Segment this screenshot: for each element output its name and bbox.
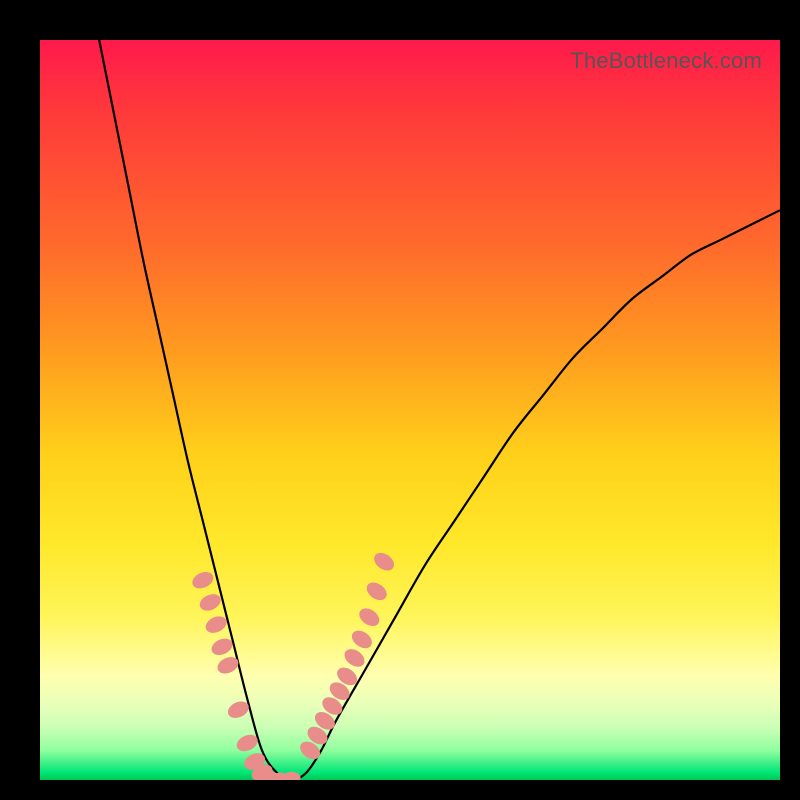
bottleneck-curve (99, 40, 780, 780)
curve-marker (356, 605, 383, 630)
plot-area: TheBottleneck.com (40, 40, 780, 780)
curve-marker (203, 613, 229, 636)
curve-marker (283, 772, 301, 780)
curve-marker (190, 569, 216, 592)
curve-marker (197, 591, 223, 614)
curve-markers (190, 549, 398, 780)
chart-frame: TheBottleneck.com (0, 0, 800, 800)
curve-marker (363, 579, 390, 604)
curve-layer (40, 40, 780, 780)
watermark-text: TheBottleneck.com (570, 48, 762, 74)
curve-marker (371, 549, 398, 574)
curve-marker (341, 645, 368, 670)
curve-marker (349, 627, 376, 652)
